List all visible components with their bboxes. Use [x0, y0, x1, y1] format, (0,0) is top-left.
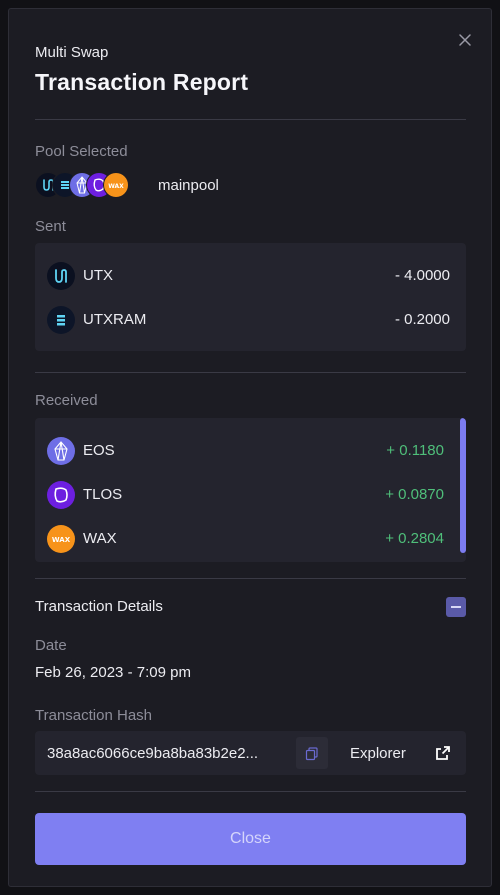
svg-text:WAX: WAX: [108, 183, 124, 190]
divider: [35, 791, 466, 792]
pool-name: mainpool: [158, 177, 219, 194]
token-amount: + 0.2804: [385, 530, 444, 547]
transaction-report-modal: Multi Swap Transaction Report Pool Selec…: [8, 8, 492, 887]
pool-label: Pool Selected: [35, 143, 128, 160]
date-value: Feb 26, 2023 - 7:09 pm: [35, 664, 191, 681]
hash-label: Transaction Hash: [35, 707, 152, 724]
token-symbol: TLOS: [83, 486, 123, 503]
utxram-icon: [47, 306, 75, 334]
token-amount: - 4.0000: [394, 267, 450, 284]
tlos-icon: [47, 481, 75, 509]
scrollbar-thumb[interactable]: [460, 418, 466, 553]
list-item: EOS + 0.1180: [35, 429, 466, 473]
details-title: Transaction Details: [35, 598, 163, 615]
list-item: WAX WAX + 0.2804: [35, 517, 466, 561]
pool-token-icons: WAX: [35, 172, 135, 198]
received-scrollbar[interactable]: [460, 418, 466, 562]
hash-box: 38a8ac6066ce9ba8ba83b2e2... Explorer: [35, 731, 466, 775]
explorer-button[interactable]: Explorer: [335, 731, 466, 775]
token-symbol: UTXRAM: [83, 311, 147, 328]
external-link-icon: [435, 745, 451, 761]
received-label: Received: [35, 392, 98, 409]
list-item: UTX - 4.0000: [35, 254, 466, 298]
modal-subtitle: Multi Swap: [35, 44, 109, 61]
token-amount: + 0.0870: [385, 486, 444, 503]
utx-icon: [47, 262, 75, 290]
divider: [35, 578, 466, 579]
date-label: Date: [35, 637, 67, 654]
copy-button[interactable]: [296, 737, 328, 769]
divider: [35, 119, 466, 120]
close-button[interactable]: Close: [35, 813, 466, 865]
token-symbol: UTX: [83, 267, 113, 284]
received-list: EOS + 0.1180 TLOS + 0.0870 WAX WAX + 0.2…: [35, 418, 466, 562]
hash-value: 38a8ac6066ce9ba8ba83b2e2...: [47, 745, 259, 762]
copy-icon: [305, 747, 318, 761]
modal-title: Transaction Report: [35, 69, 249, 95]
token-amount: - 0.2000: [394, 311, 450, 328]
wax-icon: WAX: [47, 525, 75, 553]
eos-icon: [47, 437, 75, 465]
token-amount: + 0.1180: [386, 442, 444, 459]
divider: [35, 372, 466, 373]
sent-label: Sent: [35, 218, 66, 235]
collapse-button[interactable]: [446, 597, 466, 617]
token-symbol: WAX: [83, 530, 117, 547]
sent-list: UTX - 4.0000 UTXRAM - 0.2000: [35, 243, 466, 351]
close-icon[interactable]: [457, 32, 473, 48]
explorer-label: Explorer: [350, 745, 406, 762]
list-item: TLOS + 0.0870: [35, 473, 466, 517]
svg-text:WAX: WAX: [52, 536, 71, 544]
wax-icon: WAX: [103, 172, 129, 198]
token-symbol: EOS: [83, 442, 115, 459]
list-item: UTXRAM - 0.2000: [35, 298, 466, 342]
